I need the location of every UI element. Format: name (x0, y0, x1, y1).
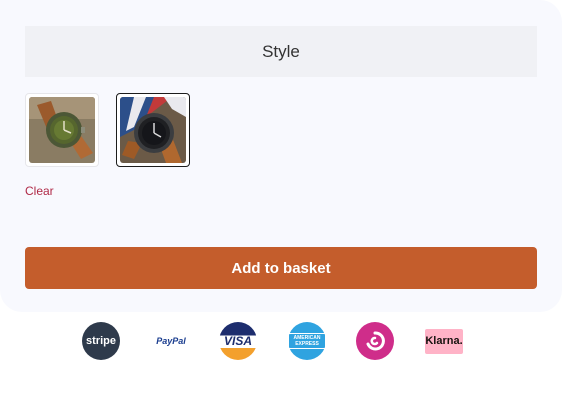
payment-methods: stripe PayPal VISA AMERICAN EXPRESS Klar… (82, 322, 463, 360)
paypal-logo: PayPal (151, 322, 191, 360)
amex-label: AMERICAN EXPRESS (288, 333, 326, 349)
spiral-icon-glyph (366, 331, 385, 351)
style-swatches (25, 93, 190, 167)
style-label: Style (25, 26, 537, 77)
swatch-black-dial-watch[interactable] (116, 93, 190, 167)
stripe-logo: stripe (82, 322, 120, 360)
spiral-icon (356, 322, 394, 360)
add-to-basket-button[interactable]: Add to basket (25, 247, 537, 289)
visa-logo: VISA (219, 322, 257, 360)
klarna-logo: Klarna. (425, 328, 463, 354)
green-dial-watch-image (29, 97, 95, 163)
product-options-panel: Style Clear Add to basket (0, 0, 562, 312)
black-dial-watch-image (120, 97, 186, 163)
clear-selection-link[interactable]: Clear (25, 184, 54, 198)
swatch-green-dial-watch[interactable] (25, 93, 99, 167)
paypal-label: PayPal (156, 336, 186, 346)
amex-logo: AMERICAN EXPRESS (288, 322, 326, 360)
